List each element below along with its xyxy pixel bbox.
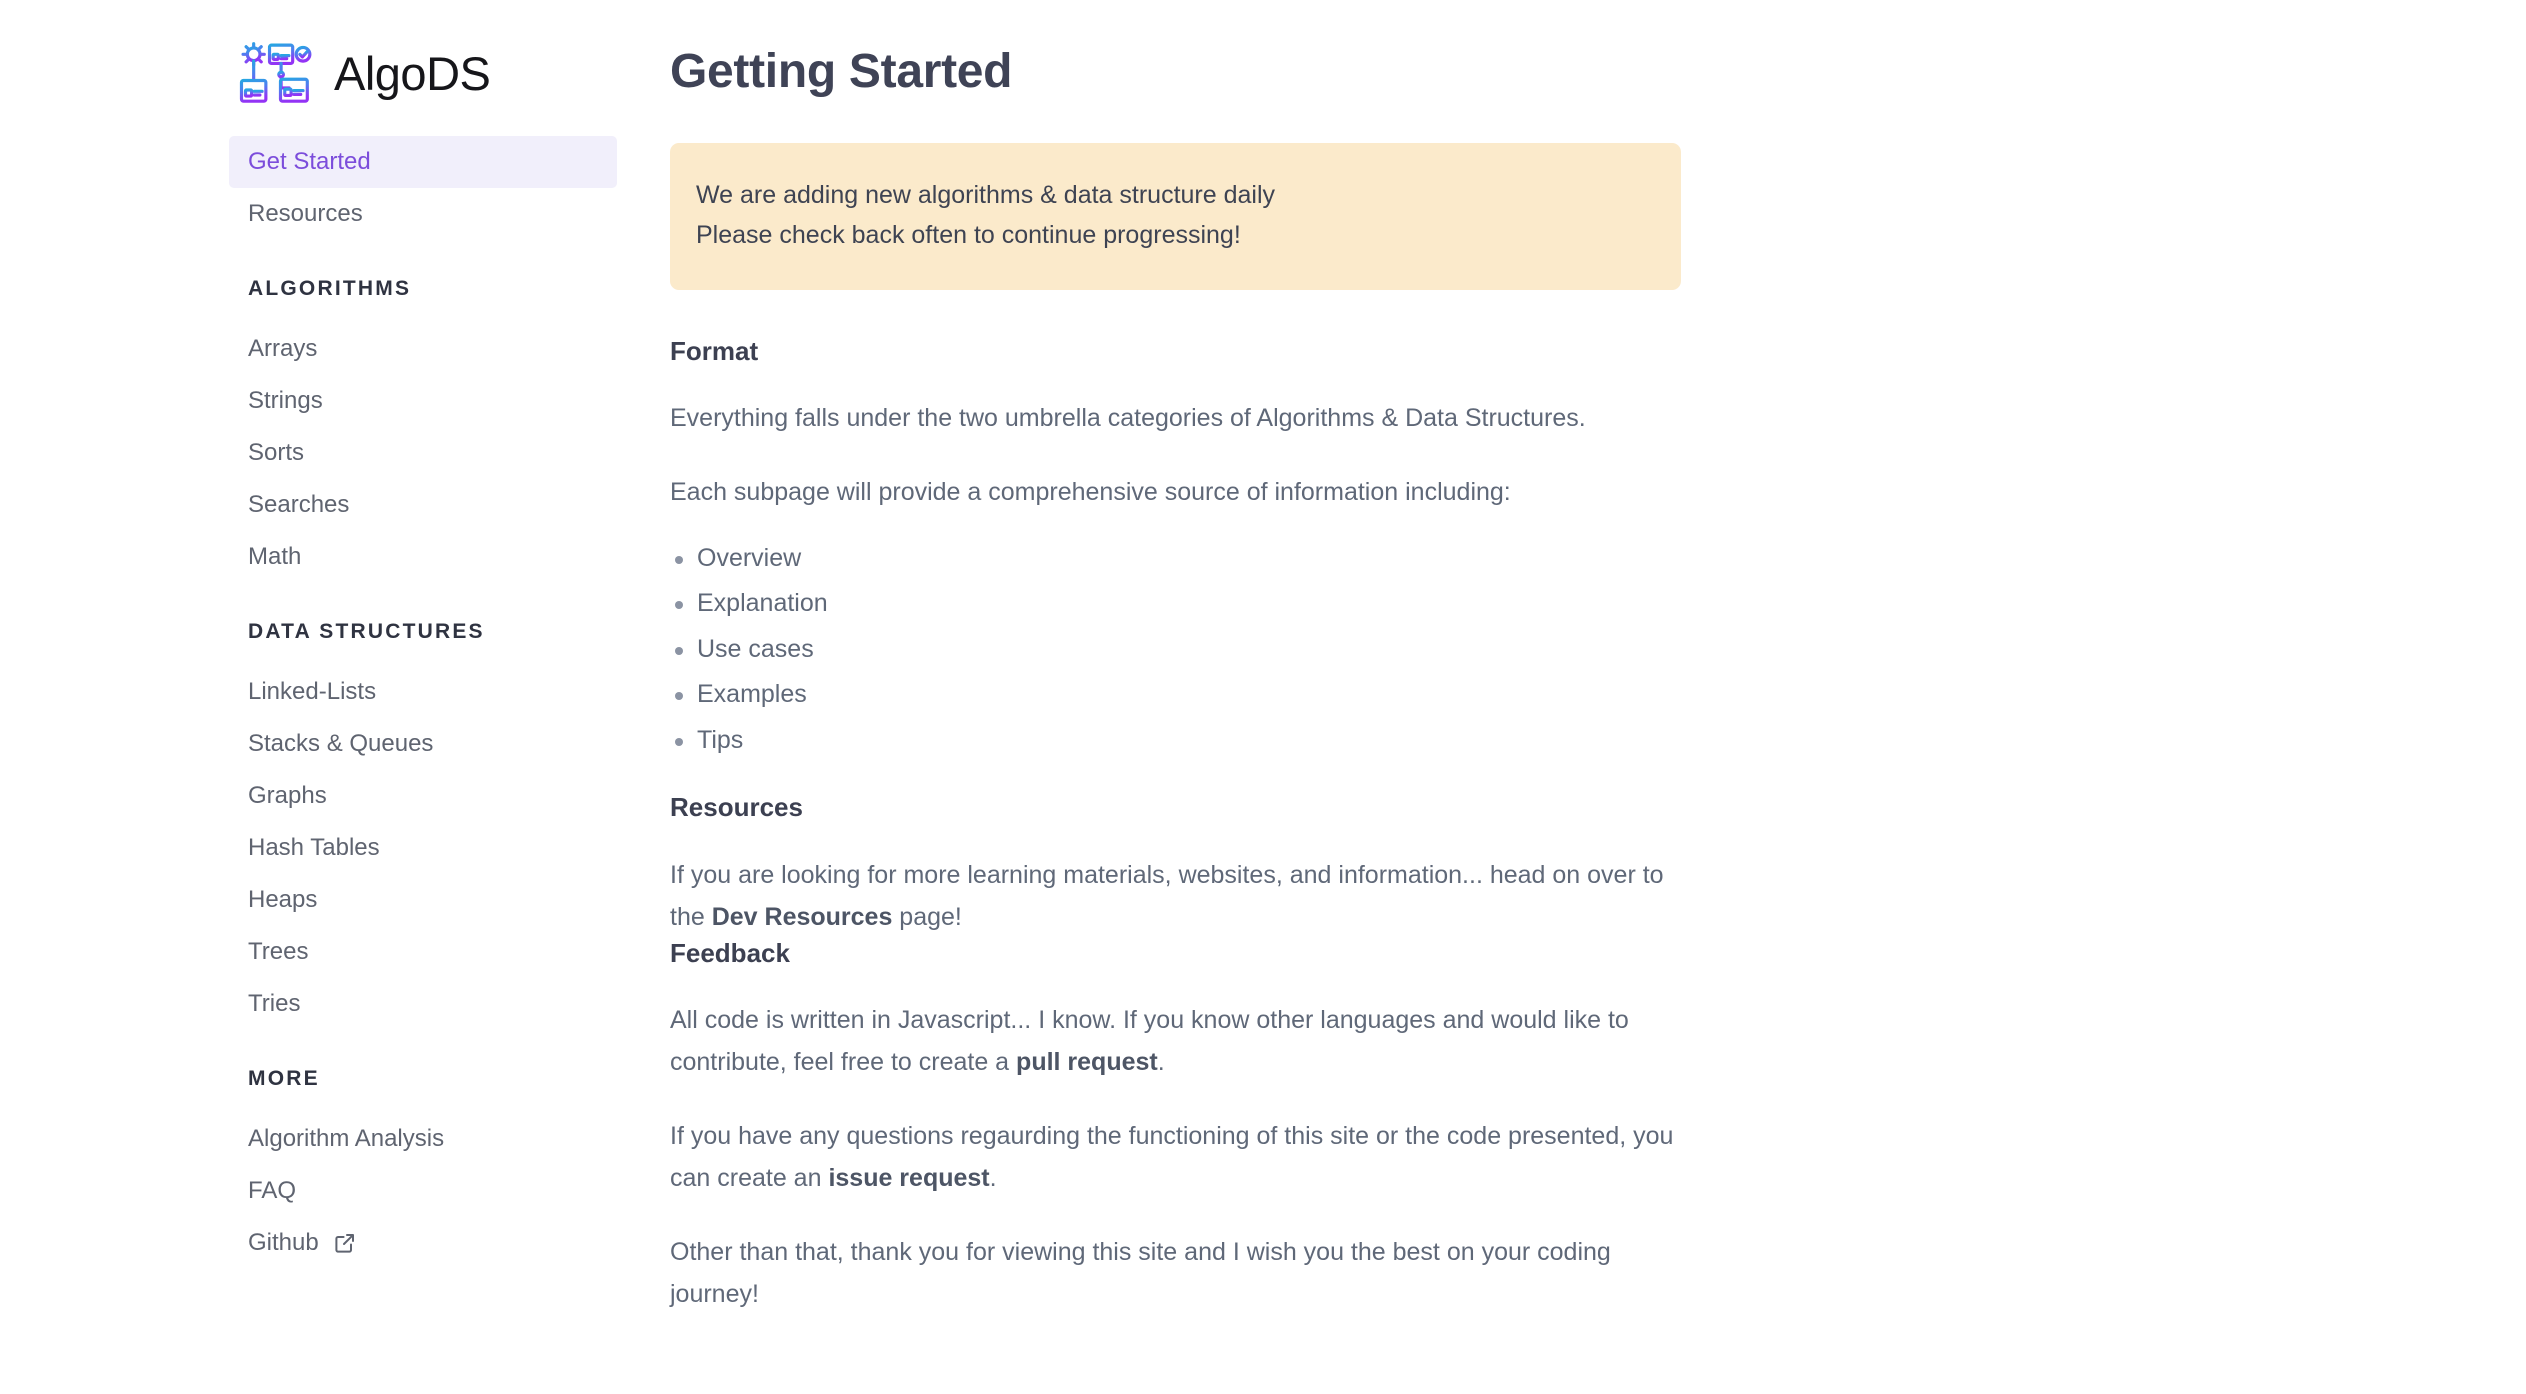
feedback-1-post: . (1157, 1047, 1165, 1076)
format-paragraph-2: Each subpage will provide a comprehensiv… (670, 477, 1511, 506)
announcement-banner: We are adding new algorithms & data stru… (670, 142, 1681, 290)
sidebar: AlgoDS Get Started Resources ALGORITHMS … (0, 0, 640, 1394)
sidebar-item-strings[interactable]: Strings (229, 375, 617, 427)
sidebar-item-algorithm-analysis[interactable]: Algorithm Analysis (229, 1113, 617, 1165)
sidebar-item-label: Heaps (248, 886, 318, 913)
sidebar-item-label: Github (248, 1229, 319, 1256)
sidebar-item-faq[interactable]: FAQ (229, 1165, 617, 1217)
section-resources: Resources If you are looking for more le… (670, 792, 2526, 937)
resources-paragraph: If you are looking for more learning mat… (670, 854, 1705, 938)
sidebar-item-label: Graphs (248, 782, 327, 809)
sidebar-item-heaps[interactable]: Heaps (229, 874, 617, 926)
pull-request-link[interactable]: pull request (1016, 1048, 1158, 1076)
feedback-paragraph-3: Other than that, thank you for viewing t… (670, 1237, 1611, 1308)
feedback-2-post: . (989, 1163, 997, 1192)
sidebar-item-tries[interactable]: Tries (229, 978, 617, 1030)
sidebar-item-arrays[interactable]: Arrays (229, 323, 617, 375)
algods-flowchart-logo-icon (236, 36, 314, 114)
sidebar-item-linked-lists[interactable]: Linked-Lists (229, 666, 617, 718)
sidebar-item-label: Math (248, 543, 302, 570)
section-heading-feedback: Feedback (670, 937, 790, 968)
section-format: Format Everything falls under the two um… (670, 336, 2526, 755)
sidebar-item-get-started[interactable]: Get Started (229, 136, 617, 188)
main-content: Getting Started We are adding new algori… (640, 0, 2526, 1315)
sidebar-section-data-structures: DATA STRUCTURES (248, 620, 485, 643)
feedback-paragraph-2: If you have any questions regaurding the… (670, 1115, 1705, 1199)
list-item: Tips (670, 726, 2526, 755)
sidebar-item-graphs[interactable]: Graphs (229, 770, 617, 822)
sidebar-item-label: Algorithm Analysis (248, 1125, 445, 1152)
sidebar-item-label: Strings (248, 387, 323, 414)
sidebar-item-label: Stacks & Queues (248, 730, 434, 757)
list-item: Use cases (670, 635, 2526, 664)
sidebar-item-label: Searches (248, 491, 350, 518)
sidebar-item-label: Linked-Lists (248, 678, 377, 705)
issue-request-link[interactable]: issue request (828, 1164, 989, 1192)
sidebar-nav: Get Started Resources ALGORITHMS Arrays … (0, 136, 640, 1269)
app-root: AlgoDS Get Started Resources ALGORITHMS … (0, 0, 2526, 1394)
external-link-icon (333, 1231, 357, 1255)
sidebar-item-label: Hash Tables (248, 834, 380, 861)
resources-text-post: page! (892, 902, 962, 931)
sidebar-item-hash-tables[interactable]: Hash Tables (229, 822, 617, 874)
sidebar-item-trees[interactable]: Trees (229, 926, 617, 978)
sidebar-item-math[interactable]: Math (229, 531, 617, 583)
section-feedback: Feedback All code is written in Javascri… (670, 938, 2526, 1315)
list-item: Explanation (670, 590, 2526, 618)
section-heading-format: Format (670, 335, 759, 366)
sidebar-section-algorithms: ALGORITHMS (248, 277, 412, 300)
section-heading-resources: Resources (670, 792, 803, 823)
announcement-line-1: We are adding new algorithms & data stru… (696, 180, 1276, 209)
announcement-line-2: Please check back often to continue prog… (696, 221, 1241, 250)
sidebar-item-stacks-queues[interactable]: Stacks & Queues (229, 718, 617, 770)
sidebar-item-github[interactable]: Github (229, 1217, 617, 1269)
sidebar-item-label: Get Started (248, 148, 371, 175)
dev-resources-link[interactable]: Dev Resources (712, 903, 893, 931)
sidebar-item-label: Resources (248, 200, 363, 227)
list-item: Examples (670, 681, 2526, 709)
format-bullet-list: Overview Explanation Use cases Examples … (670, 544, 2526, 755)
sidebar-item-label: Sorts (248, 439, 305, 466)
format-paragraph-1: Everything falls under the two umbrella … (670, 403, 1586, 432)
sidebar-item-resources[interactable]: Resources (229, 188, 617, 240)
sidebar-item-label: Tries (248, 990, 301, 1017)
feedback-paragraph-1: All code is written in Javascript... I k… (670, 999, 1705, 1083)
feedback-2-pre: If you have any questions regaurding the… (670, 1121, 1674, 1192)
sidebar-item-label: FAQ (248, 1177, 297, 1204)
sidebar-item-label: Arrays (248, 335, 318, 362)
brand-header[interactable]: AlgoDS (0, 0, 640, 110)
sidebar-item-label: Trees (248, 938, 309, 965)
sidebar-section-more: MORE (248, 1067, 320, 1090)
page-title: Getting Started (670, 45, 1013, 98)
brand-name: AlgoDS (334, 46, 491, 100)
list-item: Overview (670, 544, 2526, 573)
sidebar-item-searches[interactable]: Searches (229, 479, 617, 531)
sidebar-item-sorts[interactable]: Sorts (229, 427, 617, 479)
